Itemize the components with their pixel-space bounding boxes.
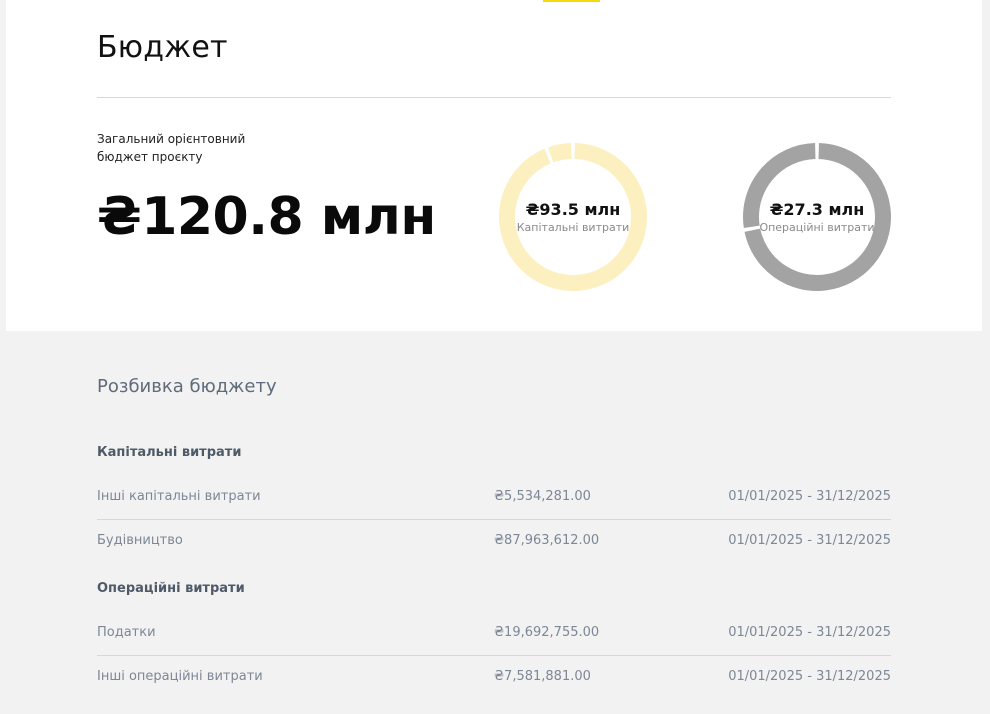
- row-name: Будівництво: [97, 533, 183, 548]
- page: Бюджет Загальний орієнтовний бюджет проє…: [0, 0, 990, 714]
- page-title: Бюджет: [97, 30, 228, 65]
- title-divider: [97, 97, 891, 98]
- row-period: 01/01/2025 - 31/12/2025: [728, 625, 891, 640]
- row-name: Податки: [97, 625, 156, 640]
- row-period: 01/01/2025 - 31/12/2025: [728, 533, 891, 548]
- accent-bar: [543, 0, 600, 2]
- category-title-capital: Капітальні витрати: [97, 445, 242, 460]
- row-name: Інші капітальні витрати: [97, 489, 261, 504]
- operating-donut-value: ₴27.3 млн: [769, 199, 865, 219]
- row-amount: ₴7,581,881.00: [494, 669, 591, 684]
- total-budget-label: Загальний орієнтовний бюджет проєкту: [97, 132, 246, 164]
- row-amount: ₴19,692,755.00: [494, 625, 600, 640]
- row-period: 01/01/2025 - 31/12/2025: [728, 489, 891, 504]
- capital-expenses-donut: ₴93.5 млн Капітальні витрати: [498, 142, 648, 292]
- table-row: Податки ₴19,692,755.00 01/01/2025 - 31/1…: [97, 613, 891, 656]
- row-amount: ₴5,534,281.00: [494, 489, 591, 504]
- total-budget-value: ₴120.8 млн: [97, 187, 436, 247]
- capital-donut-value: ₴93.5 млн: [525, 199, 621, 219]
- breakdown-title: Розбивка бюджету: [97, 376, 277, 397]
- operating-donut-caption: Операційні витрати: [759, 220, 875, 234]
- operating-expenses-donut: ₴27.3 млн Операційні витрати: [742, 142, 892, 292]
- row-amount: ₴87,963,612.00: [494, 533, 600, 548]
- capital-donut-caption: Капітальні витрати: [516, 220, 630, 234]
- table-row: Інші капітальні витрати ₴5,534,281.00 01…: [97, 477, 891, 520]
- scrollbar-track[interactable]: [982, 0, 990, 714]
- row-name: Інші операційні витрати: [97, 669, 263, 684]
- row-period: 01/01/2025 - 31/12/2025: [728, 669, 891, 684]
- category-title-operating: Операційні витрати: [97, 581, 245, 596]
- table-row: Інші операційні витрати ₴7,581,881.00 01…: [97, 657, 891, 700]
- table-row: Будівництво ₴87,963,612.00 01/01/2025 - …: [97, 521, 891, 564]
